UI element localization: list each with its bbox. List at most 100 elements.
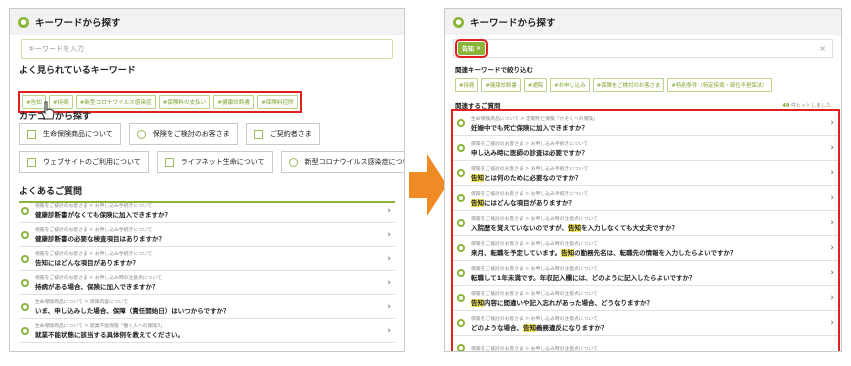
highlight: 告知 (523, 323, 536, 332)
question-text: 転職して1年未満です。年収記入欄には、どのように記入したらよいですか？ (471, 273, 696, 282)
search-placeholder: キーワードを入力 (28, 45, 84, 53)
keyword-tag[interactable]: #健康診断書 (481, 78, 521, 92)
faq-breadcrumb: 保険をご検討のお客さま > お申し込み手続きについて (471, 141, 589, 147)
keyword-tag[interactable]: #通院 (523, 78, 548, 92)
selected-keyword-chip[interactable]: 告知 × (454, 39, 489, 58)
category-button-policyholders[interactable]: ご契約者さま (245, 123, 320, 145)
faq-item[interactable]: 生命保険商品について > 定期死亡保険「かぞくへの保険」 妊娠中でも死亡保険に加入… (453, 111, 838, 136)
right-header: ● キーワードから探す (445, 9, 841, 35)
faq-item[interactable]: 保険をご検討のお客さま > お申し込み手続きについて 告知にはどんな項目があります… (19, 247, 395, 271)
question-text: 義務違反になりますか？ (536, 323, 608, 332)
question-text: を入力しなくても大丈夫ですか？ (581, 223, 679, 232)
question-icon (457, 119, 465, 127)
faq-question: 妊娠中でも死亡保険に加入できますか？ (471, 122, 830, 132)
faq-item[interactable]: 保険をご検討のお客さま > お申し込み手続きについて 告知とは何のために必要なので… (453, 161, 838, 186)
left-panel: ● キーワードから探す キーワードを入力 よく見られているキーワード #告知 #… (9, 8, 405, 352)
chevron-right-icon: › (830, 268, 834, 278)
category-button-prospects[interactable]: 保険をご検討のお客さま (128, 123, 238, 145)
faq-question: 申し込み時に医師の診査は必要ですか？ (471, 147, 830, 157)
faq-item[interactable]: 保険をご検討のお客さま > お申し込み手続きについて 申し込み時に医師の診査は必要… (453, 136, 838, 161)
faq-question: 告知とは何のために必要なのですか？ (471, 172, 830, 182)
clear-search-icon[interactable]: × (819, 44, 826, 53)
faq-breadcrumb: 保険をご検討のお客さま > お申し込み手続きについて (35, 204, 153, 209)
faq-question: 健康診断書の必要な検査項目はありますか？ (35, 235, 165, 243)
faq-item[interactable]: 生命保険商品について > 保障内容について いま、申し込みした場合、保障（責任開始… (19, 295, 395, 319)
chevron-right-icon: › (387, 301, 391, 312)
keyword-tag-health-certificate[interactable]: #健康診断書 (213, 95, 255, 109)
building-icon (164, 157, 174, 167)
category-button-company[interactable]: ライフネット生命について (156, 151, 273, 173)
question-icon (457, 244, 465, 252)
category-label: 保険をご検討のお客さま (152, 130, 230, 138)
faq-item[interactable]: 保険をご検討のお客さま > お申し込み時の注意点について 持病がある場合、保険に加… (19, 271, 395, 295)
faq-breadcrumb: 保険をご検討のお客さま > お申し込み時の注意点について (471, 241, 598, 247)
keyword-tag[interactable]: #特別条件（特定疾病・部位不担保法） (667, 78, 772, 92)
faq-item[interactable]: 保険をご検討のお客さま > お申し込み時の注意点について 来月、転職を予定していま… (453, 236, 838, 261)
faq-breadcrumb: 生命保険商品について > 保障内容について (35, 300, 129, 305)
chevron-right-icon: › (387, 205, 391, 216)
category-button-covid[interactable]: 新型コロナウイルス感染症について (280, 151, 404, 173)
chip-label: 告知 (462, 46, 475, 53)
left-header-title: キーワードから探す (35, 18, 121, 29)
category-button-products[interactable]: 生命保険商品について (19, 123, 121, 145)
related-keywords-list: #持病 #健康診断書 #通院 #お申し込み #保険をご検討のお客さま #特別条件… (455, 78, 841, 92)
highlight: 告知 (471, 298, 484, 307)
faq-breadcrumb: 保険をご検討のお客さま > お申し込み時の注意点について (471, 346, 598, 352)
right-panel: ● キーワードから探す 告知 × × 関連キーワードで絞り込む #持病 #健康診… (444, 8, 842, 352)
question-text: 妊娠中でも死亡保険に加入できますか？ (471, 123, 588, 132)
chip-close-icon[interactable]: × (476, 45, 481, 52)
category-label: ご契約者さま (269, 130, 312, 138)
question-icon (457, 194, 465, 202)
shield-icon (27, 129, 36, 139)
faq-question: 持病がある場合、保険に加入できますか？ (35, 283, 159, 291)
question-icon (457, 344, 465, 351)
keyword-tag-deduction[interactable]: #保険料控除 (257, 95, 298, 109)
chevron-right-icon: › (387, 229, 391, 240)
chevron-right-icon: › (387, 253, 391, 264)
faq-question: 告知内容に間違いや記入忘れがあった場合、どうなりますか？ (471, 297, 830, 307)
faq-item[interactable]: 保険をご検討のお客さま > お申し込み手続きについて 健康診断書がなくても保険に加… (19, 199, 395, 223)
question-icon (21, 230, 29, 239)
question-icon (457, 144, 465, 152)
faq-item[interactable]: 保険をご検討のお客さま > お申し込み時の注意点について どのような場合、告知義務… (453, 311, 838, 336)
search-icon: ● (453, 16, 464, 28)
category-label: 生命保険商品について (43, 130, 113, 138)
search-input-with-chip[interactable]: 告知 × × (453, 39, 833, 58)
question-icon (21, 206, 29, 215)
faq-breadcrumb: 保険をご検討のお客さま > お申し込み手続きについて (35, 252, 153, 257)
faq-item[interactable]: 保険をご検討のお客さま > お申し込み手続きについて健康診断書の必要な検査項目は… (19, 223, 395, 247)
keyword-tag[interactable]: #お申し込み (550, 78, 590, 92)
faq-breadcrumb: 保険をご検討のお客さま > お申し込み手続きについて (35, 228, 153, 233)
keyword-tag-premium-payment[interactable]: #保険料の支払い (158, 95, 211, 109)
keyword-tag[interactable]: #保険をご検討のお客さま (592, 78, 665, 92)
related-questions-list: 生命保険商品について > 定期死亡保険「かぞくへの保険」 妊娠中でも死亡保険に加入… (451, 109, 840, 352)
faq-item[interactable]: 保険をご検討のお客さま > お申し込み時の注意点について 告知内容に間違いや記入忘… (453, 286, 838, 311)
keyword-tag[interactable]: #持病 (455, 78, 479, 92)
highlight: 告知 (471, 173, 484, 182)
chevron-right-icon: › (830, 318, 834, 328)
right-header-title: キーワードから探す (470, 18, 556, 29)
keyword-tag-covid[interactable]: #新型コロナウイルス感染症 (75, 95, 156, 109)
category-button-website[interactable]: ウェブサイトのご利用について (19, 151, 149, 173)
faq-item[interactable]: 保険をご検討のお客さま > お申し込み時の注意点について 入院歴を覚えていないので… (453, 211, 838, 236)
popular-keywords-title: よく見られているキーワード (19, 66, 136, 76)
question-text: の勤務先名は、転職先の情報を入力したらよいですか？ (574, 248, 737, 257)
question-text: 内容に間違いや記入忘れがあった場合、どうなりますか？ (484, 298, 653, 307)
faq-item[interactable]: 保険をご検討のお客さま > お申し込み時の注意点について (453, 336, 838, 352)
faq-question: 来月、転職を予定しています。告知の勤務先名は、転職先の情報を入力したらよいですか… (471, 247, 830, 257)
question-icon (457, 269, 465, 277)
faq-question: 就業不能状態に該当する具体例を教えてください。 (35, 331, 184, 339)
faq-item[interactable]: 保険をご検討のお客さま > お申し込み手続きについて 告知にはどんな項目があります… (453, 186, 838, 211)
question-text: にはどんな項目がありますか？ (484, 198, 575, 207)
question-icon (21, 302, 29, 311)
search-input[interactable]: キーワードを入力 (21, 39, 393, 59)
faq-breadcrumb: 保険をご検討のお客さま > お申し込み手続きについて (471, 191, 589, 197)
question-text: 入院歴を覚えていないのですが、 (471, 223, 569, 232)
faq-item[interactable]: 保険をご検討のお客さま > お申し込み時の注意点について 転職して1年未満です。年… (453, 261, 838, 286)
chevron-right-icon: › (830, 118, 834, 128)
highlight: 告知 (568, 223, 582, 232)
document-icon (253, 129, 263, 139)
question-icon (21, 326, 29, 335)
result-count: 49 件ヒットしました (782, 102, 831, 109)
faq-item[interactable]: 生命保険商品について > 就業不能保険「働く人への保険3」 就業不能状態に該当する… (19, 319, 395, 343)
